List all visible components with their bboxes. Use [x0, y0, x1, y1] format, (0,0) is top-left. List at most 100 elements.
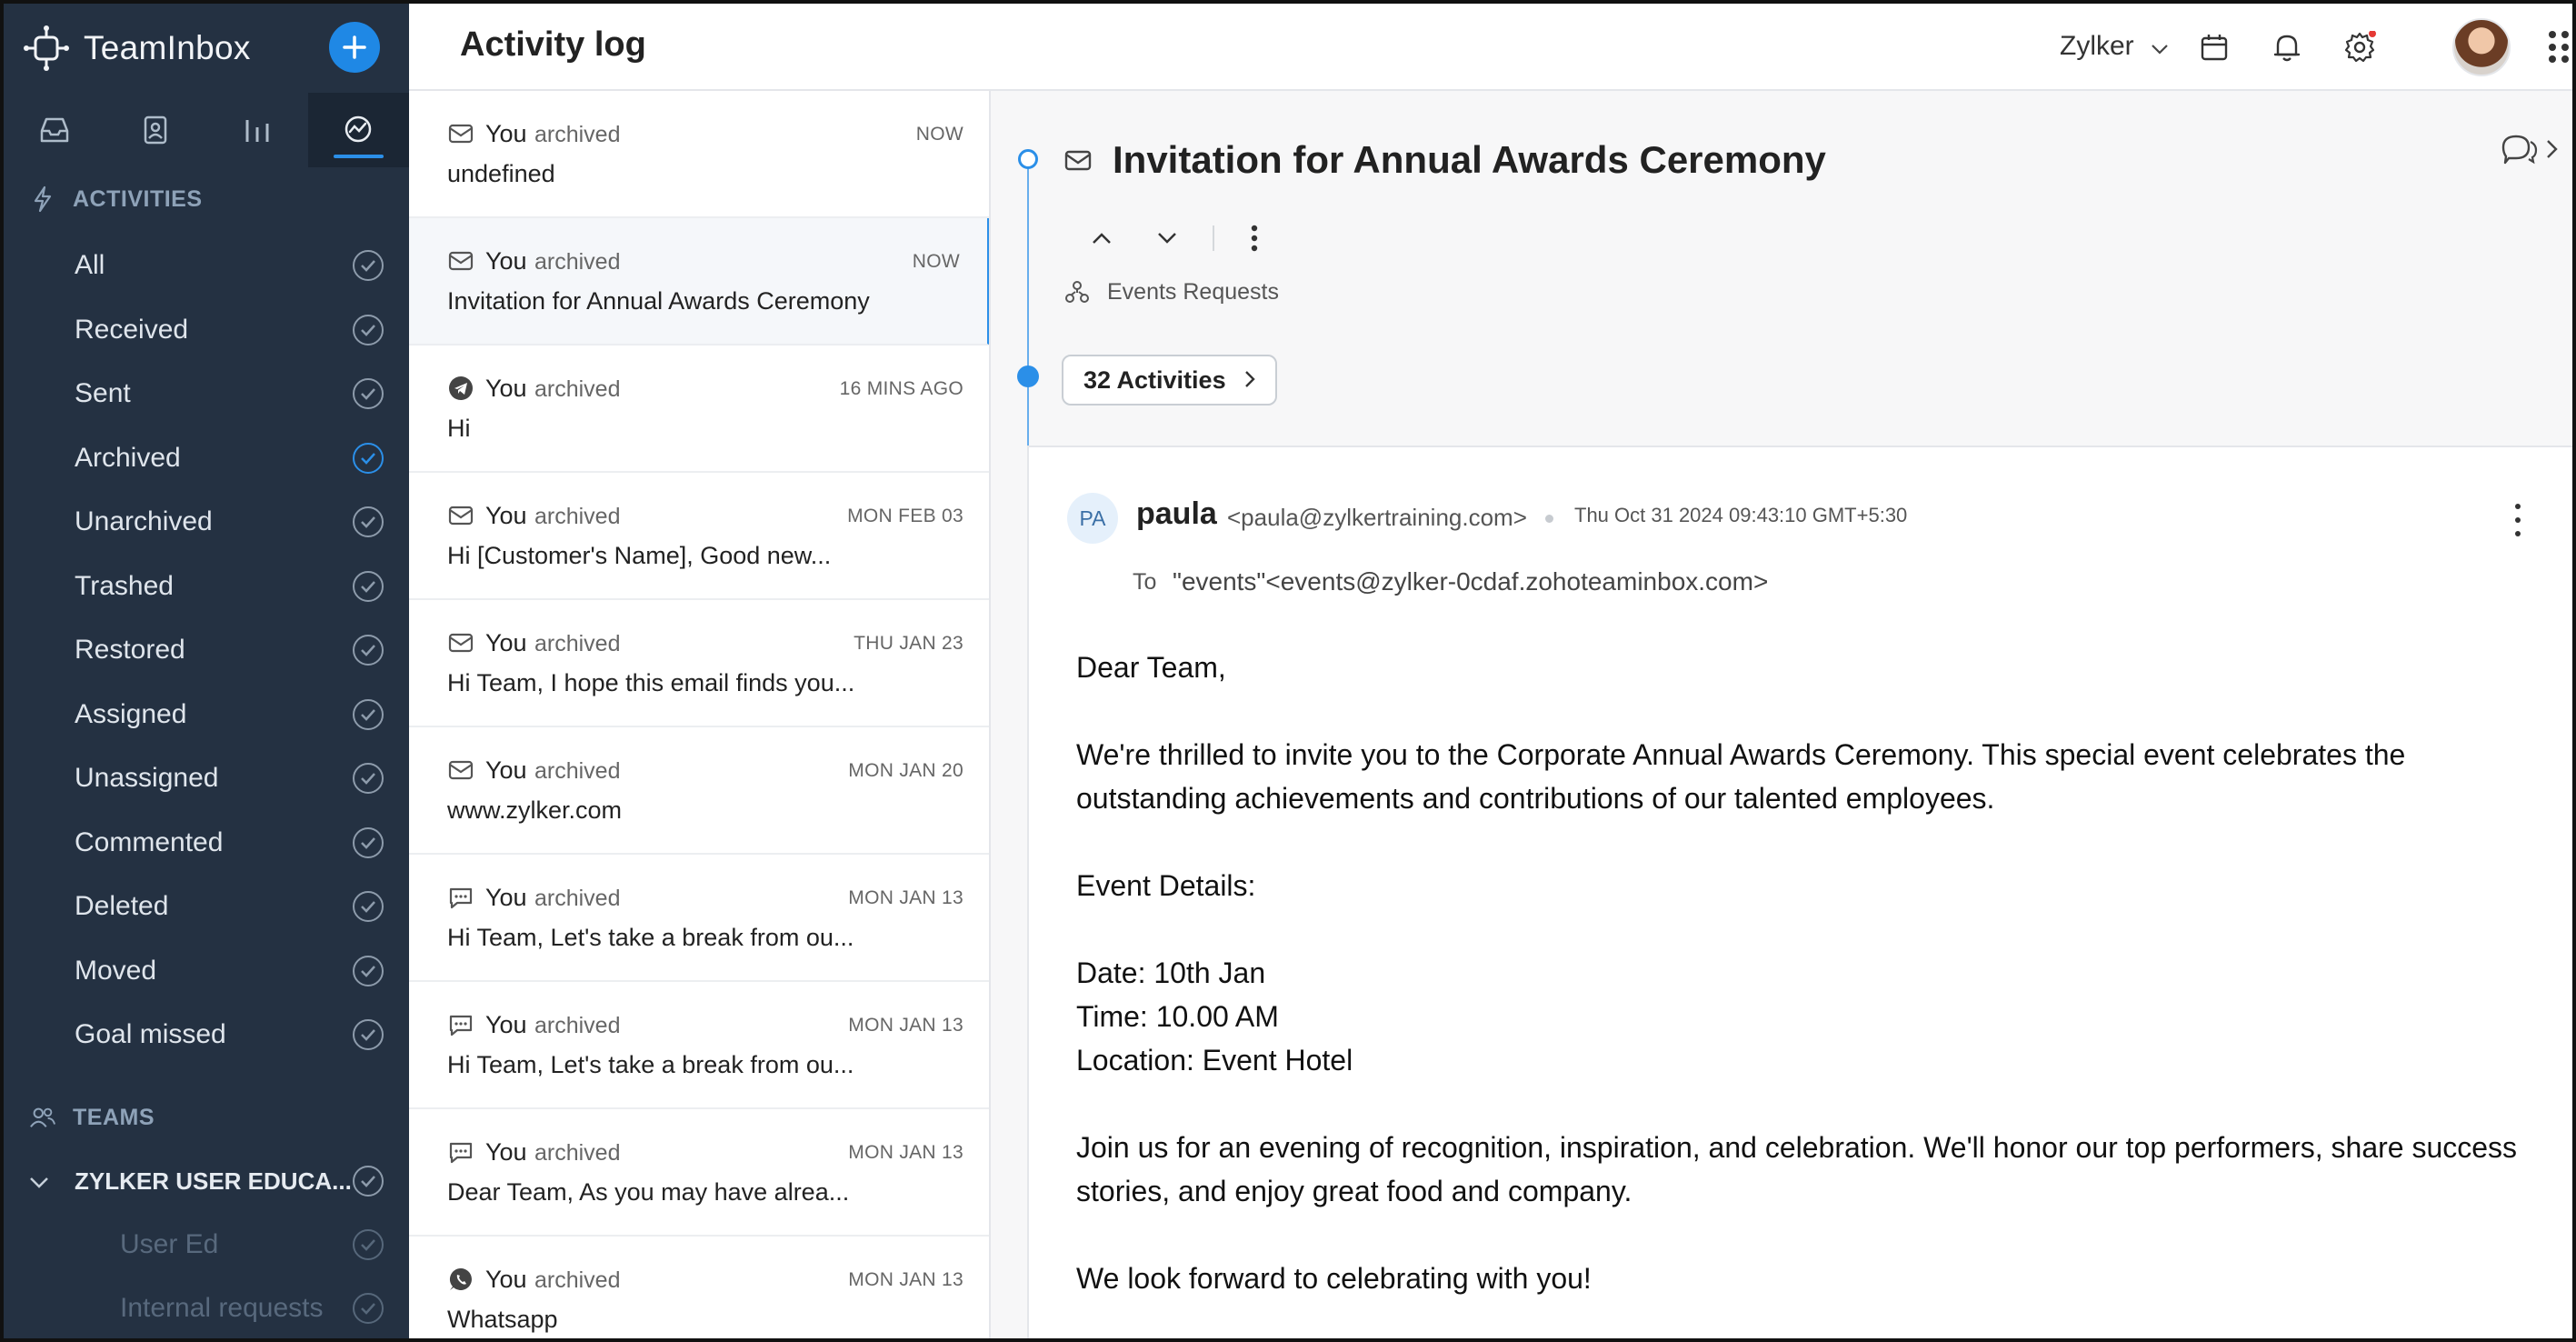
user-avatar[interactable]: [2452, 18, 2511, 76]
activity-actor: You: [485, 120, 527, 147]
chevron-down-icon: [1158, 233, 1176, 244]
reports-icon: [245, 120, 269, 142]
filter-unassigned[interactable]: Unassigned: [75, 751, 384, 806]
activity-list-item[interactable]: You archived MON JAN 13 Whatsapp: [409, 1237, 989, 1338]
bell-icon: [2273, 35, 2301, 62]
mail-icon: [447, 247, 474, 275]
chevron-right-icon: [1244, 366, 1255, 395]
filter-goal-missed[interactable]: Goal missed: [75, 1007, 384, 1062]
check-circle-icon[interactable]: [353, 442, 384, 474]
activity-actor: You: [485, 884, 527, 911]
filter-archived[interactable]: Archived: [75, 431, 384, 486]
activity-list-item[interactable]: You archived 16 MINS AGO Hi: [409, 346, 989, 473]
check-circle-icon[interactable]: [353, 314, 384, 346]
message-body: Dear Team, We're thrilled to invite you t…: [1076, 646, 2531, 1300]
filter-commented[interactable]: Commented: [75, 816, 384, 870]
department-label[interactable]: Events Requests: [1063, 278, 1279, 305]
team-check-icon[interactable]: [353, 1166, 384, 1197]
message-body-line: Join us for an evening of recognition, i…: [1076, 1131, 2518, 1207]
check-circle-icon[interactable]: [353, 698, 384, 730]
activity-time: MON JAN 13: [848, 1269, 964, 1290]
check-circle-icon[interactable]: [353, 506, 384, 537]
sender-avatar[interactable]: PA: [1067, 493, 1118, 544]
activity-list-item[interactable]: You archived MON JAN 13 Hi Team, Let's take…: [409, 982, 989, 1109]
activity-subject: Hi Team, I hope this email finds you...: [447, 669, 855, 696]
team-zylker-user-education[interactable]: ZYLKER USER EDUCA...: [29, 1154, 384, 1208]
activity-subject: Dear Team, As you may have alrea...: [447, 1178, 850, 1206]
activity-list-item[interactable]: You archived MON JAN 20 www.zylker.com: [409, 727, 989, 855]
team-inbox-item[interactable]: User Ed: [120, 1217, 384, 1272]
tab-contacts[interactable]: [105, 93, 207, 167]
next-button[interactable]: [1147, 218, 1187, 258]
top-bar: Activity log Zylker: [409, 4, 2572, 91]
check-circle-icon[interactable]: [353, 826, 384, 858]
filter-unarchived[interactable]: Unarchived: [75, 495, 384, 549]
check-circle-icon[interactable]: [353, 1229, 384, 1260]
filter-trashed[interactable]: Trashed: [75, 559, 384, 614]
filter-label: Unassigned: [75, 763, 219, 793]
sidebar: TeamInbox ACTIVITIES All Received Sent A…: [4, 4, 409, 1338]
message-body-line: We look forward to celebrating with you!: [1076, 1262, 1592, 1295]
apps-grid-icon[interactable]: [2549, 31, 2571, 64]
brand[interactable]: TeamInbox: [24, 20, 251, 76]
check-circle-icon[interactable]: [353, 763, 384, 794]
filter-label: Unarchived: [75, 506, 213, 536]
check-circle-icon[interactable]: [353, 378, 384, 409]
activity-list-item[interactable]: You archived NOW Invitation for Annual Awar…: [409, 218, 989, 346]
mail-icon: [447, 502, 474, 529]
filter-deleted[interactable]: Deleted: [75, 879, 384, 934]
activity-action: archived: [534, 1267, 621, 1293]
filter-sent[interactable]: Sent: [75, 366, 384, 421]
message-body-line: Date: 10th Jan: [1076, 956, 1266, 989]
tab-activity[interactable]: [307, 93, 409, 167]
activity-list-item[interactable]: You archived NOW undefined: [409, 91, 989, 218]
calendar-button[interactable]: [2196, 29, 2232, 65]
filter-assigned[interactable]: Assigned: [75, 687, 384, 742]
activity-time: NOW: [915, 124, 964, 145]
notifications-button[interactable]: [2269, 29, 2305, 65]
activity-time: MON FEB 03: [847, 506, 964, 526]
activity-actor: You: [485, 1138, 527, 1166]
mail-icon: [447, 120, 474, 147]
teaminbox-logo-icon: [24, 25, 69, 71]
activity-list-item[interactable]: You archived MON FEB 03 Hi [Customer's Name…: [409, 473, 989, 600]
activity-subject: undefined: [447, 160, 555, 187]
check-circle-icon[interactable]: [353, 635, 384, 666]
more-options-button[interactable]: [1234, 218, 1274, 258]
previous-button[interactable]: [1082, 218, 1122, 258]
check-circle-icon[interactable]: [353, 955, 384, 986]
activity-list-item[interactable]: You archived THU JAN 23 Hi Team, I hope thi…: [409, 600, 989, 727]
activities-count-button[interactable]: 32 Activities: [1062, 355, 1277, 406]
check-circle-icon[interactable]: [353, 250, 384, 281]
settings-button[interactable]: [2341, 29, 2378, 65]
filter-all[interactable]: All: [75, 238, 384, 293]
check-circle-icon[interactable]: [353, 570, 384, 602]
activity-subject: Whatsapp: [447, 1306, 558, 1333]
sender-name[interactable]: paula: [1136, 496, 1217, 532]
filter-received[interactable]: Received: [75, 303, 384, 357]
activity-actor: You: [485, 247, 527, 275]
to-label: To: [1133, 569, 1157, 595]
activity-list-item[interactable]: You archived MON JAN 13 Dear Team, As you m…: [409, 1109, 989, 1237]
separator-dot: [1545, 515, 1553, 523]
filter-moved[interactable]: Moved: [75, 944, 384, 998]
check-circle-icon[interactable]: [353, 1293, 384, 1324]
tab-inbox[interactable]: [4, 93, 105, 167]
filter-label: Assigned: [75, 698, 187, 729]
comments-toggle[interactable]: [2500, 131, 2560, 167]
check-circle-icon[interactable]: [353, 1019, 384, 1050]
message-menu-button[interactable]: [2509, 504, 2527, 536]
chat-icon: [447, 1138, 474, 1166]
compose-button[interactable]: [329, 22, 380, 73]
message-date: Thu Oct 31 2024 09:43:10 GMT+5:30: [1574, 504, 1908, 526]
filter-label: Archived: [75, 442, 181, 473]
tab-reports[interactable]: [206, 93, 308, 167]
activity-list-item[interactable]: You archived MON JAN 13 Hi Team, Let's take…: [409, 855, 989, 982]
team-inbox-item[interactable]: Internal requests: [120, 1281, 384, 1336]
check-circle-icon[interactable]: [353, 891, 384, 922]
activity-actor: You: [485, 502, 527, 529]
page-title: Activity log: [460, 25, 646, 64]
org-switcher[interactable]: Zylker: [2060, 31, 2169, 62]
activity-time: MON JAN 20: [848, 760, 964, 781]
filter-restored[interactable]: Restored: [75, 623, 384, 677]
